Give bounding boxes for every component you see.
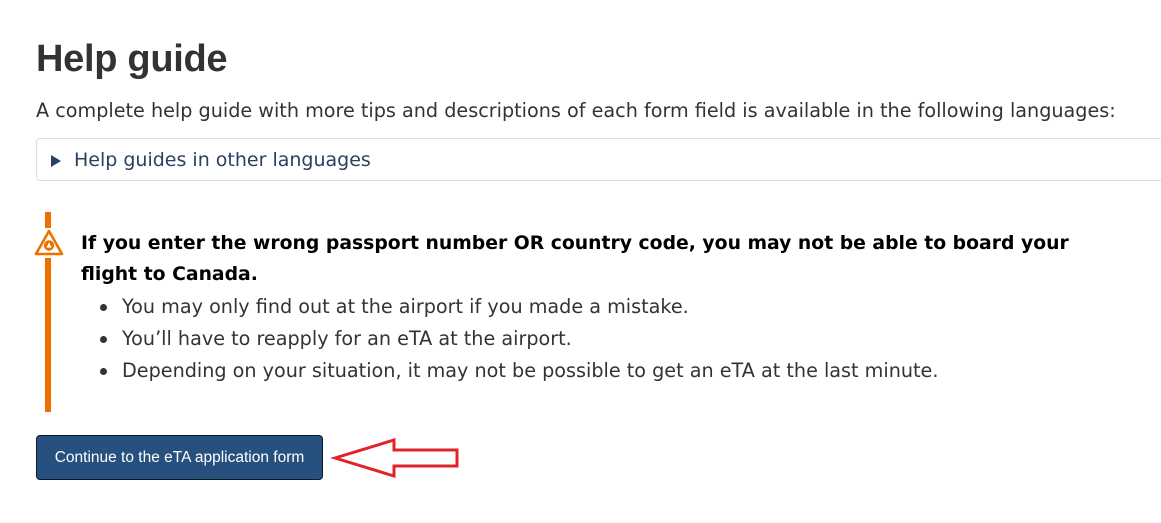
warning-list: You may only find out at the airport if … bbox=[81, 291, 938, 387]
help-guides-summary[interactable]: Help guides in other languages bbox=[51, 147, 371, 173]
list-item-text: You may only find out at the airport if … bbox=[122, 295, 689, 318]
caret-right-icon bbox=[51, 154, 61, 167]
warning-triangle-icon bbox=[34, 228, 64, 258]
page-title: Help guide bbox=[36, 38, 228, 80]
list-item: Depending on your situation, it may not … bbox=[81, 355, 938, 387]
red-arrow-annotation-icon bbox=[329, 436, 465, 485]
list-item: You’ll have to reapply for an eTA at the… bbox=[81, 323, 938, 355]
list-item-text: Depending on your situation, it may not … bbox=[122, 359, 939, 382]
list-item: You may only find out at the airport if … bbox=[81, 291, 938, 323]
warning-heading: If you enter the wrong passport number O… bbox=[81, 233, 1069, 285]
intro-text: A complete help guide with more tips and… bbox=[36, 99, 1116, 122]
bullet-icon bbox=[100, 336, 107, 343]
help-guides-details[interactable]: Help guides in other languages bbox=[36, 138, 1161, 181]
bullet-icon bbox=[100, 368, 107, 375]
list-item-text: You’ll have to reapply for an eTA at the… bbox=[122, 327, 572, 350]
bullet-icon bbox=[100, 304, 107, 311]
help-guides-summary-label: Help guides in other languages bbox=[74, 149, 371, 171]
continue-button[interactable]: Continue to the eTA application form bbox=[36, 435, 323, 480]
